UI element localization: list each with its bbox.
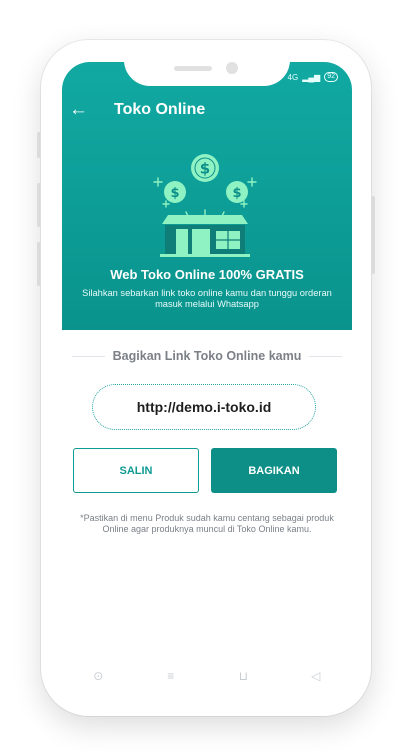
- system-navigation-bar: ⊙ ≡ ⊔ ◁: [62, 662, 352, 690]
- divider-left: [72, 355, 105, 357]
- back-triangle-icon[interactable]: ◁: [303, 669, 329, 683]
- hero-banner: 4G ▂▄▆ 92 ← Toko Online $ $ $ Web Toko O…: [62, 62, 352, 330]
- page-title: Toko Online: [114, 101, 206, 118]
- phone-power-button: [371, 196, 375, 274]
- app-screen: 4G ▂▄▆ 92 ← Toko Online $ $ $ Web Toko O…: [62, 62, 352, 690]
- menu-icon[interactable]: ≡: [158, 669, 184, 683]
- store-with-money-icon: $ $ $: [153, 154, 257, 257]
- hero-heading: Web Toko Online 100% GRATIS: [110, 267, 304, 282]
- divider-right: [309, 355, 343, 357]
- battery-icon: 92: [324, 72, 338, 82]
- copy-button[interactable]: SALIN: [73, 448, 199, 493]
- signal-icon: ▂▄▆: [302, 72, 321, 82]
- speaker-grille: [174, 66, 212, 71]
- network-label: 4G: [287, 72, 299, 82]
- share-button[interactable]: BAGIKAN: [211, 448, 337, 493]
- svg-text:$: $: [170, 186, 179, 201]
- status-bar: 4G ▂▄▆ 92: [288, 72, 338, 82]
- phone-notch: [124, 40, 290, 86]
- store-link-field[interactable]: http://demo.i-toko.id: [92, 384, 316, 430]
- arrow-left-icon[interactable]: ←: [69, 100, 89, 120]
- front-camera: [226, 62, 238, 74]
- info-note: *Pastikan di menu Produk sudah kamu cent…: [80, 513, 334, 534]
- share-section-header: Bagikan Link Toko Online kamu: [72, 346, 343, 366]
- svg-text:$: $: [232, 186, 241, 201]
- circle-icon[interactable]: ⊙: [85, 669, 111, 683]
- share-title: Bagikan Link Toko Online kamu: [112, 349, 302, 363]
- home-square-icon[interactable]: ⊔: [230, 669, 256, 683]
- svg-text:$: $: [200, 160, 210, 178]
- hero-subtitle: Silahkan sebarkan link toko online kamu …: [82, 288, 332, 309]
